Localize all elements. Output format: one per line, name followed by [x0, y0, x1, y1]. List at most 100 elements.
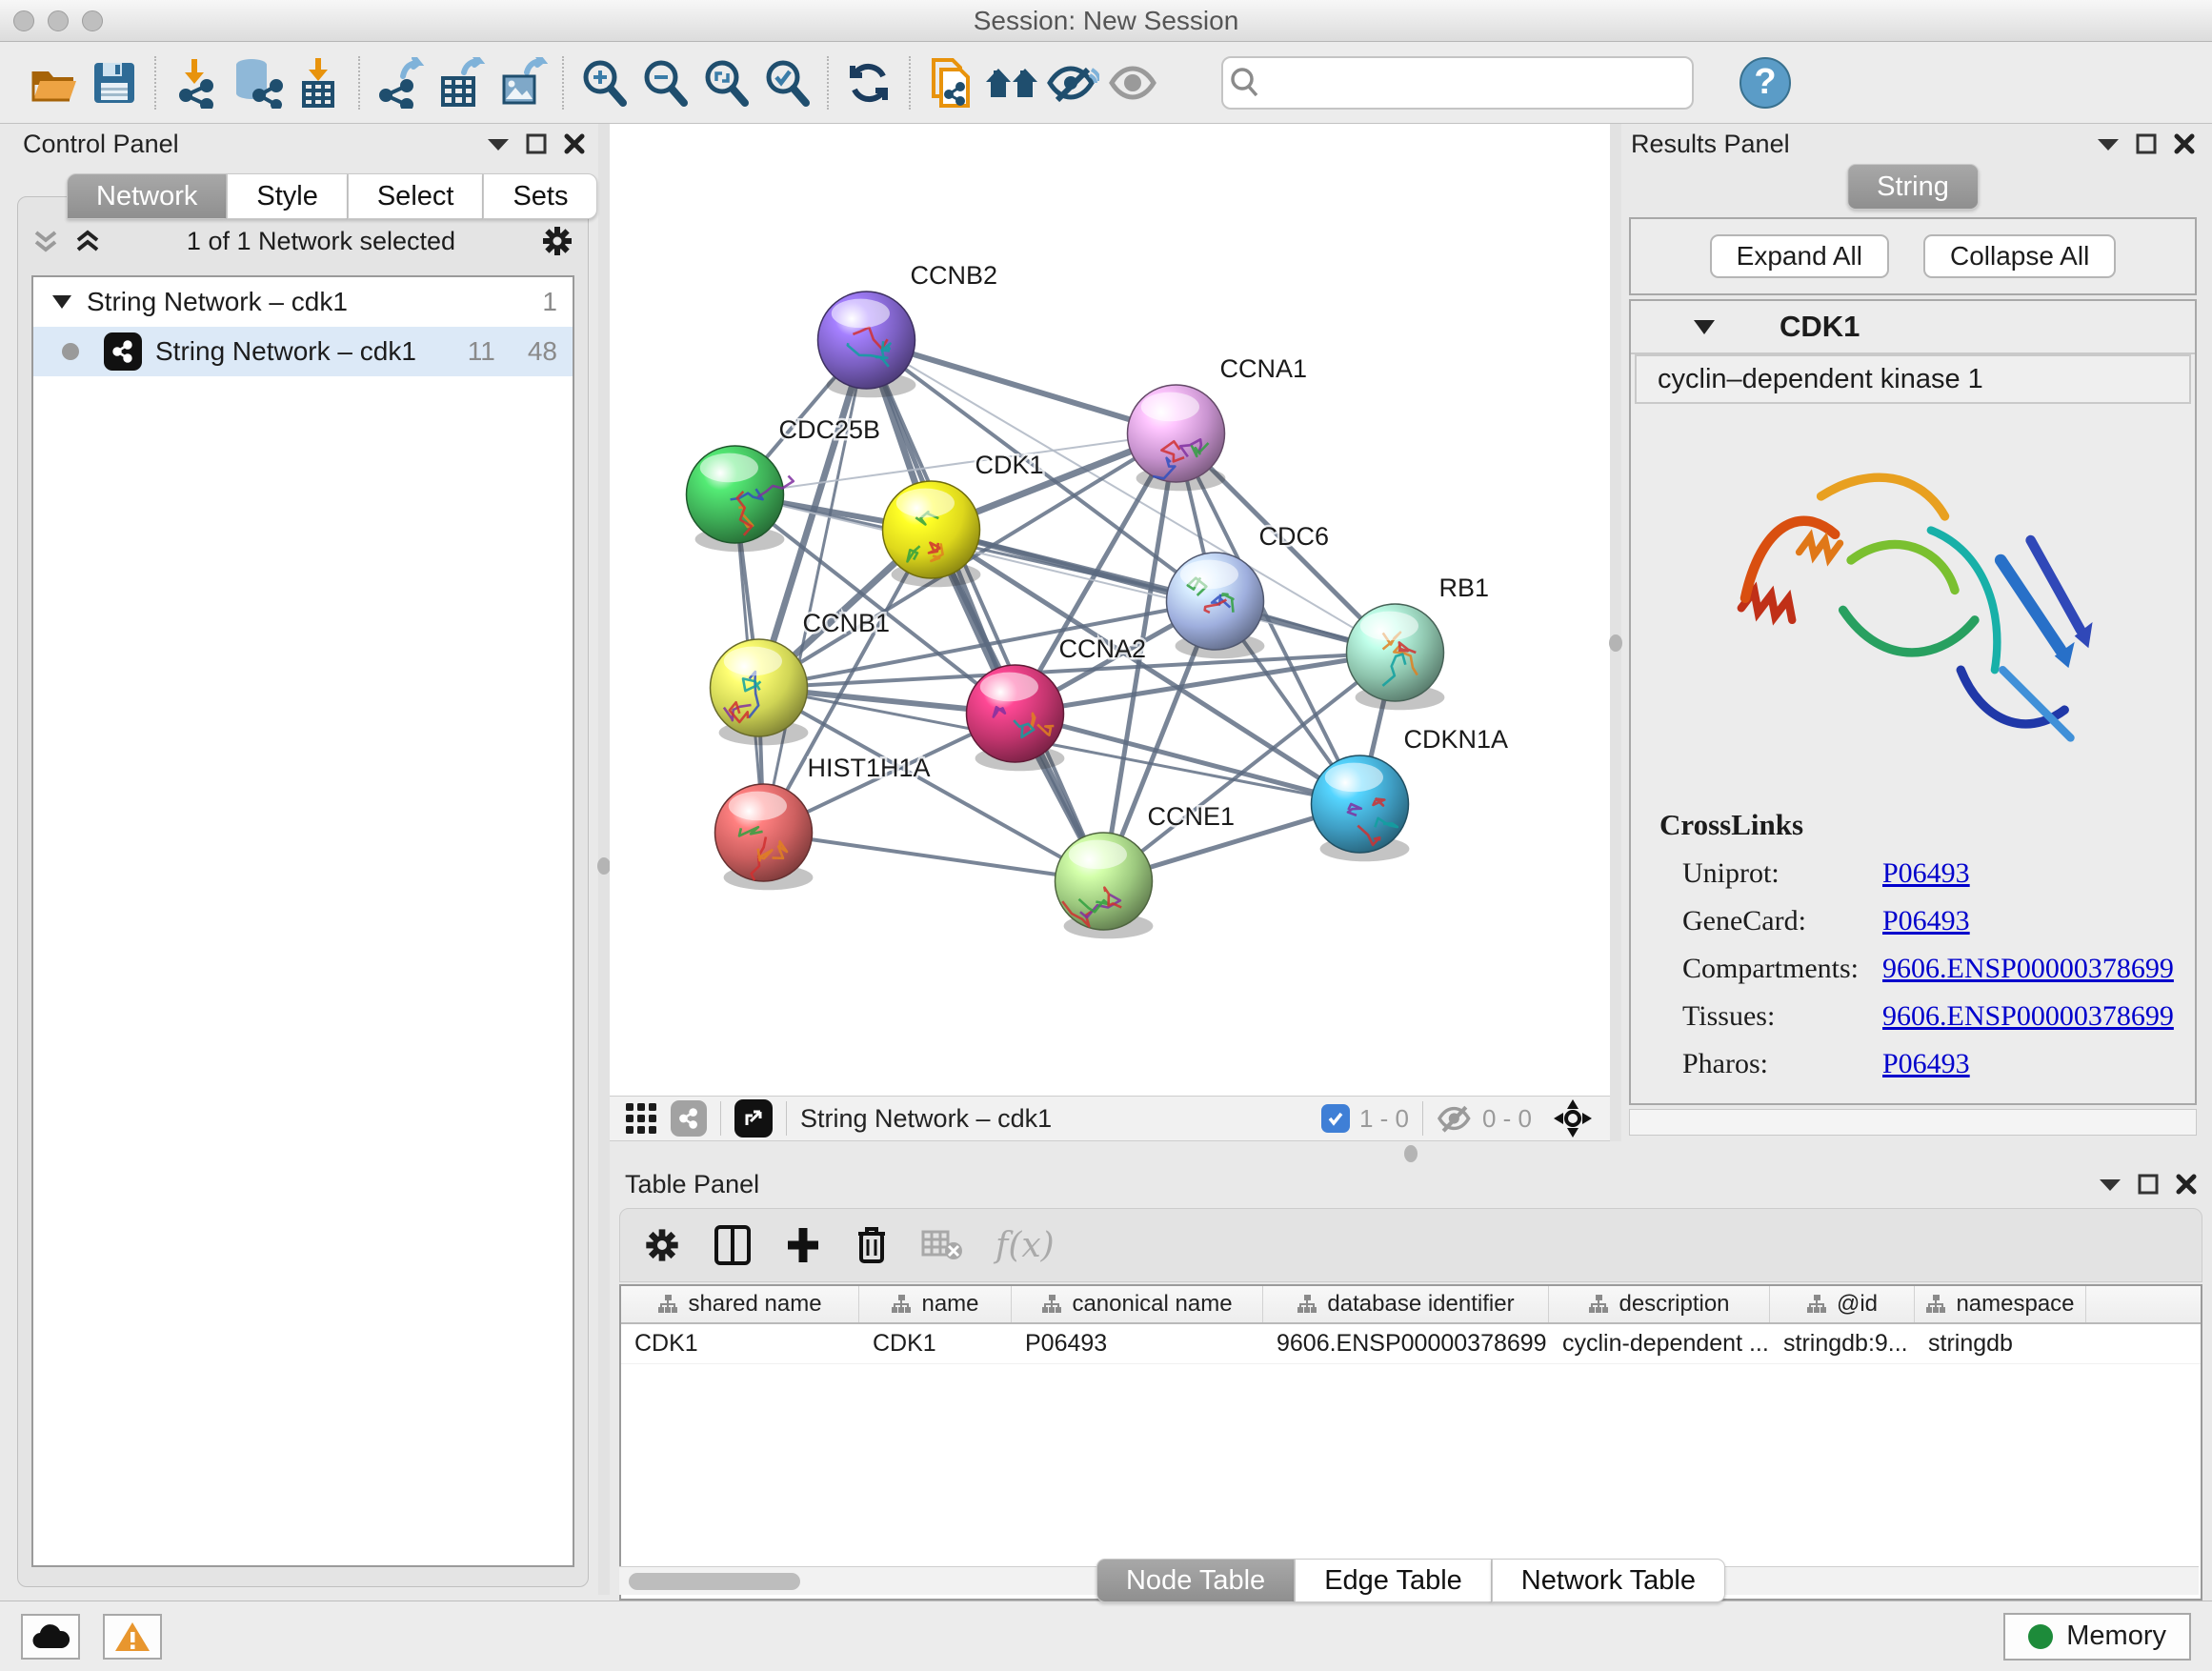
left-divider-handle[interactable]: [597, 857, 611, 875]
search-icon: [1223, 61, 1267, 105]
crosslink-link[interactable]: 9606.ENSP00000378699: [1882, 1000, 2174, 1033]
crosslink-link[interactable]: P06493: [1882, 905, 1970, 937]
network-edge[interactable]: [764, 833, 1104, 881]
detach-view-icon[interactable]: [734, 1099, 773, 1137]
tab-select[interactable]: Select: [348, 173, 484, 219]
network-node-CDC6[interactable]: CDC6: [1167, 522, 1330, 658]
toolbar-separator: [562, 56, 564, 110]
close-panel-icon[interactable]: [2176, 1174, 2197, 1195]
import-network-file-icon[interactable]: [166, 52, 227, 113]
table-cell: 9606.ENSP00000378699: [1263, 1324, 1549, 1363]
zoom-in-icon[interactable]: [573, 52, 634, 113]
delete-column-icon[interactable]: [855, 1224, 889, 1266]
zoom-out-icon[interactable]: [634, 52, 695, 113]
expand-all-networks-icon[interactable]: [31, 227, 60, 255]
tab-string[interactable]: String: [1847, 164, 1979, 210]
zoom-selected-icon[interactable]: [756, 52, 817, 113]
collapse-all-button[interactable]: Collapse All: [1923, 234, 2116, 278]
table-hscrollbar-thumb[interactable]: [629, 1573, 800, 1590]
network-node-CDKN1A[interactable]: CDKN1A: [1312, 725, 1509, 861]
network-node-RB1[interactable]: RB1: [1347, 574, 1490, 710]
show-columns-icon[interactable]: [714, 1224, 752, 1266]
export-image-icon[interactable]: [492, 52, 553, 113]
tab-node-table[interactable]: Node Table: [1096, 1559, 1295, 1602]
home-networks-icon[interactable]: [981, 52, 1042, 113]
panel-menu-icon[interactable]: [488, 137, 509, 151]
column-header-@id[interactable]: @id: [1770, 1286, 1915, 1322]
tab-network-table[interactable]: Network Table: [1492, 1559, 1725, 1602]
tab-style[interactable]: Style: [227, 173, 347, 219]
right-divider-handle[interactable]: [1609, 634, 1622, 652]
column-header-database-identifier[interactable]: database identifier: [1263, 1286, 1549, 1322]
crosslink-link[interactable]: P06493: [1882, 857, 1970, 890]
crosslink-link[interactable]: P06493: [1882, 1048, 1970, 1080]
results-scrollbar-track[interactable]: [1629, 1109, 2197, 1136]
node-label: RB1: [1439, 574, 1490, 602]
column-header-canonical-name[interactable]: canonical name: [1012, 1286, 1263, 1322]
network-edge[interactable]: [867, 340, 1104, 881]
crosslink-link[interactable]: 9606.ENSP00000378699: [1882, 953, 2174, 985]
close-panel-icon[interactable]: [2174, 133, 2195, 154]
crosslink-row: GeneCard:P06493: [1659, 905, 2195, 937]
network-node-CCNE1[interactable]: CCNE1: [1056, 802, 1236, 938]
export-network-icon[interactable]: [370, 52, 431, 113]
cloud-status-button[interactable]: [21, 1614, 80, 1660]
network-node-CCNA1[interactable]: CCNA1: [1128, 354, 1308, 491]
network-node-HIST1H1A[interactable]: HIST1H1A: [715, 754, 931, 890]
close-panel-icon[interactable]: [564, 133, 585, 154]
table-row[interactable]: CDK1CDK1P064939606.ENSP00000378699cyclin…: [621, 1324, 2201, 1364]
tab-network[interactable]: Network: [67, 173, 227, 219]
grid-view-icon[interactable]: [625, 1102, 657, 1135]
toolbar-separator: [358, 56, 360, 110]
hide-graphics-eye-icon[interactable]: [1042, 52, 1103, 113]
network-node-CCNB2[interactable]: CCNB2: [818, 261, 998, 397]
horizontal-splitter-handle[interactable]: [1404, 1145, 1418, 1162]
memory-label: Memory: [2066, 1621, 2166, 1652]
left-split-divider[interactable]: [598, 124, 610, 1595]
birds-eye-view-icon[interactable]: [1553, 1098, 1593, 1138]
refresh-view-icon[interactable]: [838, 52, 899, 113]
export-table-icon[interactable]: [431, 52, 492, 113]
show-graphics-eye-icon-disabled: [1103, 52, 1164, 113]
import-table-file-icon[interactable]: [288, 52, 349, 113]
float-panel-icon[interactable]: [2136, 133, 2157, 154]
create-column-icon[interactable]: [784, 1226, 822, 1264]
memory-button[interactable]: Memory: [2003, 1613, 2191, 1661]
network-row[interactable]: String Network – cdk1 11 48: [33, 327, 573, 376]
gene-header[interactable]: CDK1: [1631, 301, 2195, 354]
table-options-gear-icon[interactable]: [643, 1226, 681, 1264]
zoom-fit-icon[interactable]: [695, 52, 756, 113]
warnings-button[interactable]: [103, 1614, 162, 1660]
expand-all-button[interactable]: Expand All: [1710, 234, 1889, 278]
network-canvas[interactable]: CCNB2CCNA1CDC25BCDK1CDC6RB1CCNB1CCNA2CDK…: [610, 124, 1610, 1096]
string-view-icon[interactable]: [671, 1100, 707, 1137]
tab-sets[interactable]: Sets: [483, 173, 597, 219]
float-panel-icon[interactable]: [2138, 1174, 2159, 1195]
panel-menu-icon[interactable]: [2100, 1178, 2121, 1191]
open-session-icon[interactable]: [23, 52, 84, 113]
save-session-icon[interactable]: [84, 52, 145, 113]
column-header-name[interactable]: name: [859, 1286, 1012, 1322]
column-header-description[interactable]: description: [1549, 1286, 1770, 1322]
network-tab-content: 1 of 1 Network selected String Network –…: [17, 196, 589, 1587]
selected-nodes-checkbox[interactable]: [1321, 1104, 1350, 1133]
main-toolbar: ?: [0, 42, 2212, 124]
column-header-namespace[interactable]: namespace: [1915, 1286, 2086, 1322]
network-options-gear-icon[interactable]: [540, 224, 574, 258]
panel-menu-icon[interactable]: [2098, 137, 2119, 151]
gene-collapse-icon[interactable]: [1694, 320, 1715, 334]
network-edge[interactable]: [1016, 714, 1360, 804]
network-collection-row[interactable]: String Network – cdk1 1: [33, 277, 573, 327]
tab-edge-table[interactable]: Edge Table: [1295, 1559, 1492, 1602]
collapse-all-networks-icon[interactable]: [73, 227, 102, 255]
right-split-divider[interactable]: [1610, 124, 1621, 1147]
clone-network-icon[interactable]: [920, 52, 981, 113]
collection-expand-icon[interactable]: [52, 295, 71, 309]
search-input[interactable]: [1267, 58, 1692, 108]
help-icon[interactable]: ?: [1739, 57, 1791, 109]
import-network-database-icon[interactable]: [227, 52, 288, 113]
float-panel-icon[interactable]: [526, 133, 547, 154]
column-header-shared-name[interactable]: shared name: [621, 1286, 859, 1322]
network-node-CCNB1[interactable]: CCNB1: [711, 609, 891, 745]
search-field[interactable]: [1221, 56, 1694, 110]
